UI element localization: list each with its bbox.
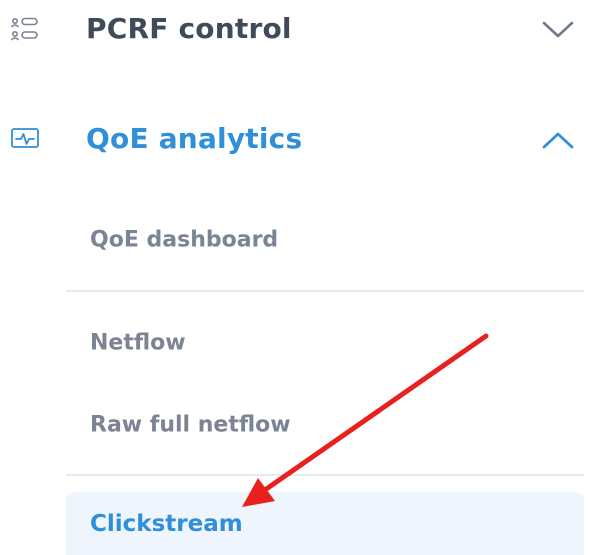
- sub-item-label: Netflow: [90, 330, 186, 356]
- sub-item-qoe-dashboard[interactable]: QoE dashboard: [66, 215, 584, 265]
- sub-item-clickstream[interactable]: Clickstream: [66, 492, 584, 555]
- annotation-arrow: [242, 333, 489, 507]
- nav-group-pcrf-control[interactable]: PCRF control: [0, 0, 589, 60]
- sub-item-raw-full-netflow[interactable]: Raw full netflow: [66, 400, 584, 450]
- chevron-up-icon[interactable]: [540, 128, 576, 152]
- divider: [66, 290, 584, 292]
- sub-item-label: Raw full netflow: [90, 412, 291, 438]
- pcrf-control-icon: [10, 17, 38, 41]
- nav-group-label: PCRF control: [86, 12, 292, 45]
- divider: [66, 474, 584, 476]
- nav-group-qoe-analytics[interactable]: QoE analytics: [0, 110, 589, 170]
- sub-item-netflow[interactable]: Netflow: [66, 318, 584, 368]
- sub-item-label: QoE dashboard: [90, 227, 279, 253]
- chevron-down-icon[interactable]: [540, 18, 576, 42]
- analytics-monitor-icon: [11, 128, 39, 148]
- sub-item-label: Clickstream: [90, 510, 243, 537]
- nav-group-label: QoE analytics: [86, 122, 303, 155]
